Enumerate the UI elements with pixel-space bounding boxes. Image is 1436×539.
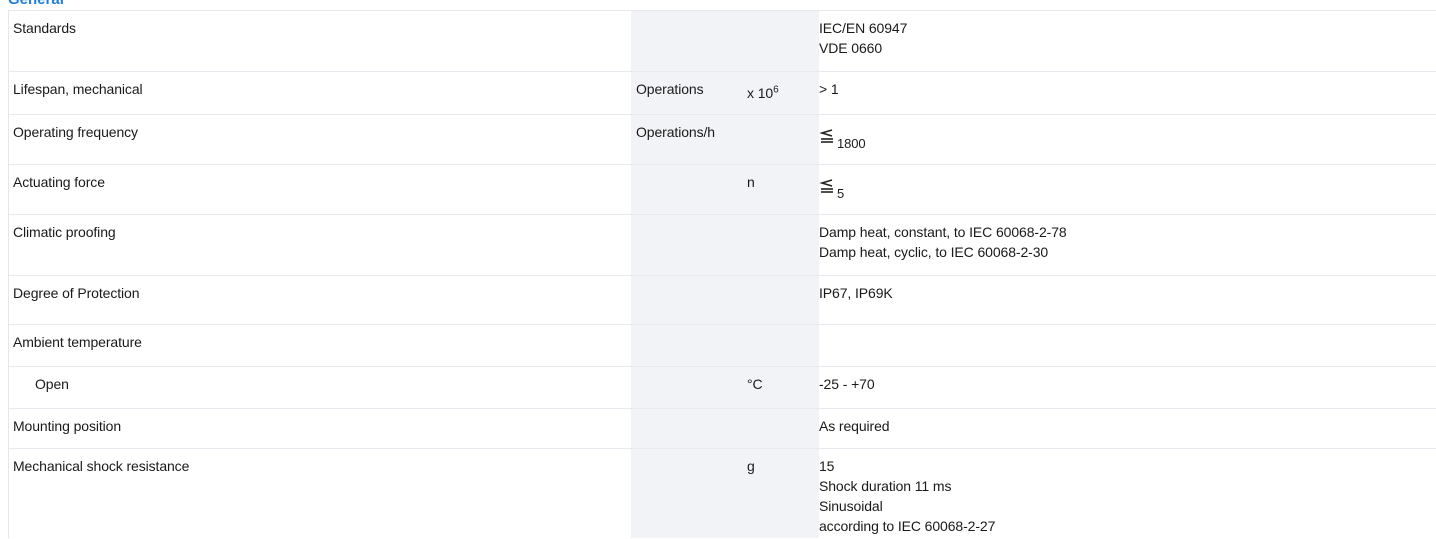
row-label: Actuating force [13, 174, 105, 190]
value-line: IEC/EN 60947 [819, 20, 908, 36]
row-label: Operating frequency [13, 124, 138, 140]
row-multiplier: x 106 [747, 83, 779, 103]
row-label: Mounting position [13, 418, 122, 434]
table-row-ambient-temperature: Ambient temperature [9, 324, 1436, 367]
row-value: IP67, IP69K [819, 285, 893, 301]
table-row-open: Open °C -25 - +70 [9, 366, 1436, 409]
row-unit: Operations [636, 81, 704, 97]
row-multiplier: g [747, 458, 755, 474]
value-line: Sinusoidal [819, 498, 883, 514]
table-row-mounting-position: Mounting position As required [9, 408, 1436, 449]
multiplier-base: x 10 [747, 85, 774, 101]
table-row-standards: Standards IEC/EN 60947 VDE 0660 [9, 10, 1436, 72]
row-value: > 1 [819, 81, 839, 97]
row-value: As required [819, 418, 890, 434]
row-unit: Operations/h [636, 124, 715, 140]
row-label: Climatic proofing [13, 224, 116, 240]
row-value: 1800 [819, 125, 866, 151]
row-value: 15 Shock duration 11 ms Sinusoidal accor… [819, 456, 995, 536]
row-value: 5 [819, 175, 844, 201]
table-row-mechanical-shock-resistance: Mechanical shock resistance g 15 Shock d… [9, 448, 1436, 539]
table-row-degree-of-protection: Degree of Protection IP67, IP69K [9, 275, 1436, 325]
table-row-lifespan: Lifespan, mechanical Operations x 106 > … [9, 71, 1436, 115]
table-row-climatic-proofing: Climatic proofing Damp heat, constant, t… [9, 214, 1436, 276]
row-label: Standards [13, 20, 76, 36]
row-label: Mechanical shock resistance [13, 458, 190, 474]
row-multiplier: n [747, 174, 755, 190]
value-line: 15 [819, 458, 835, 474]
multiplier-exponent: 6 [773, 84, 779, 96]
section-title: General [8, 0, 64, 8]
row-label: Open [35, 376, 69, 392]
value-line: Damp heat, cyclic, to IEC 60068-2-30 [819, 244, 1049, 260]
row-multiplier: °C [747, 376, 763, 392]
less-or-equal-icon [819, 129, 835, 144]
value-line: VDE 0660 [819, 40, 883, 56]
value-line: Shock duration 11 ms [819, 478, 952, 494]
less-or-equal-icon [819, 179, 835, 194]
row-value: Damp heat, constant, to IEC 60068-2-78 D… [819, 222, 1067, 262]
value-line: 1800 [837, 136, 866, 151]
value-line: Damp heat, constant, to IEC 60068-2-78 [819, 224, 1067, 240]
row-value: IEC/EN 60947 VDE 0660 [819, 18, 907, 58]
row-value: -25 - +70 [819, 376, 875, 392]
row-label: Degree of Protection [13, 285, 140, 301]
row-label: Ambient temperature [13, 334, 142, 350]
table-row-operating-frequency: Operating frequency Operations/h 1800 [9, 114, 1436, 165]
value-line: according to IEC 60068-2-27 [819, 518, 996, 534]
specs-table: Standards IEC/EN 60947 VDE 0660 Lifespan… [8, 10, 1436, 538]
value-line: 5 [837, 186, 845, 201]
table-row-actuating-force: Actuating force n 5 [9, 164, 1436, 215]
row-label: Lifespan, mechanical [13, 81, 143, 97]
